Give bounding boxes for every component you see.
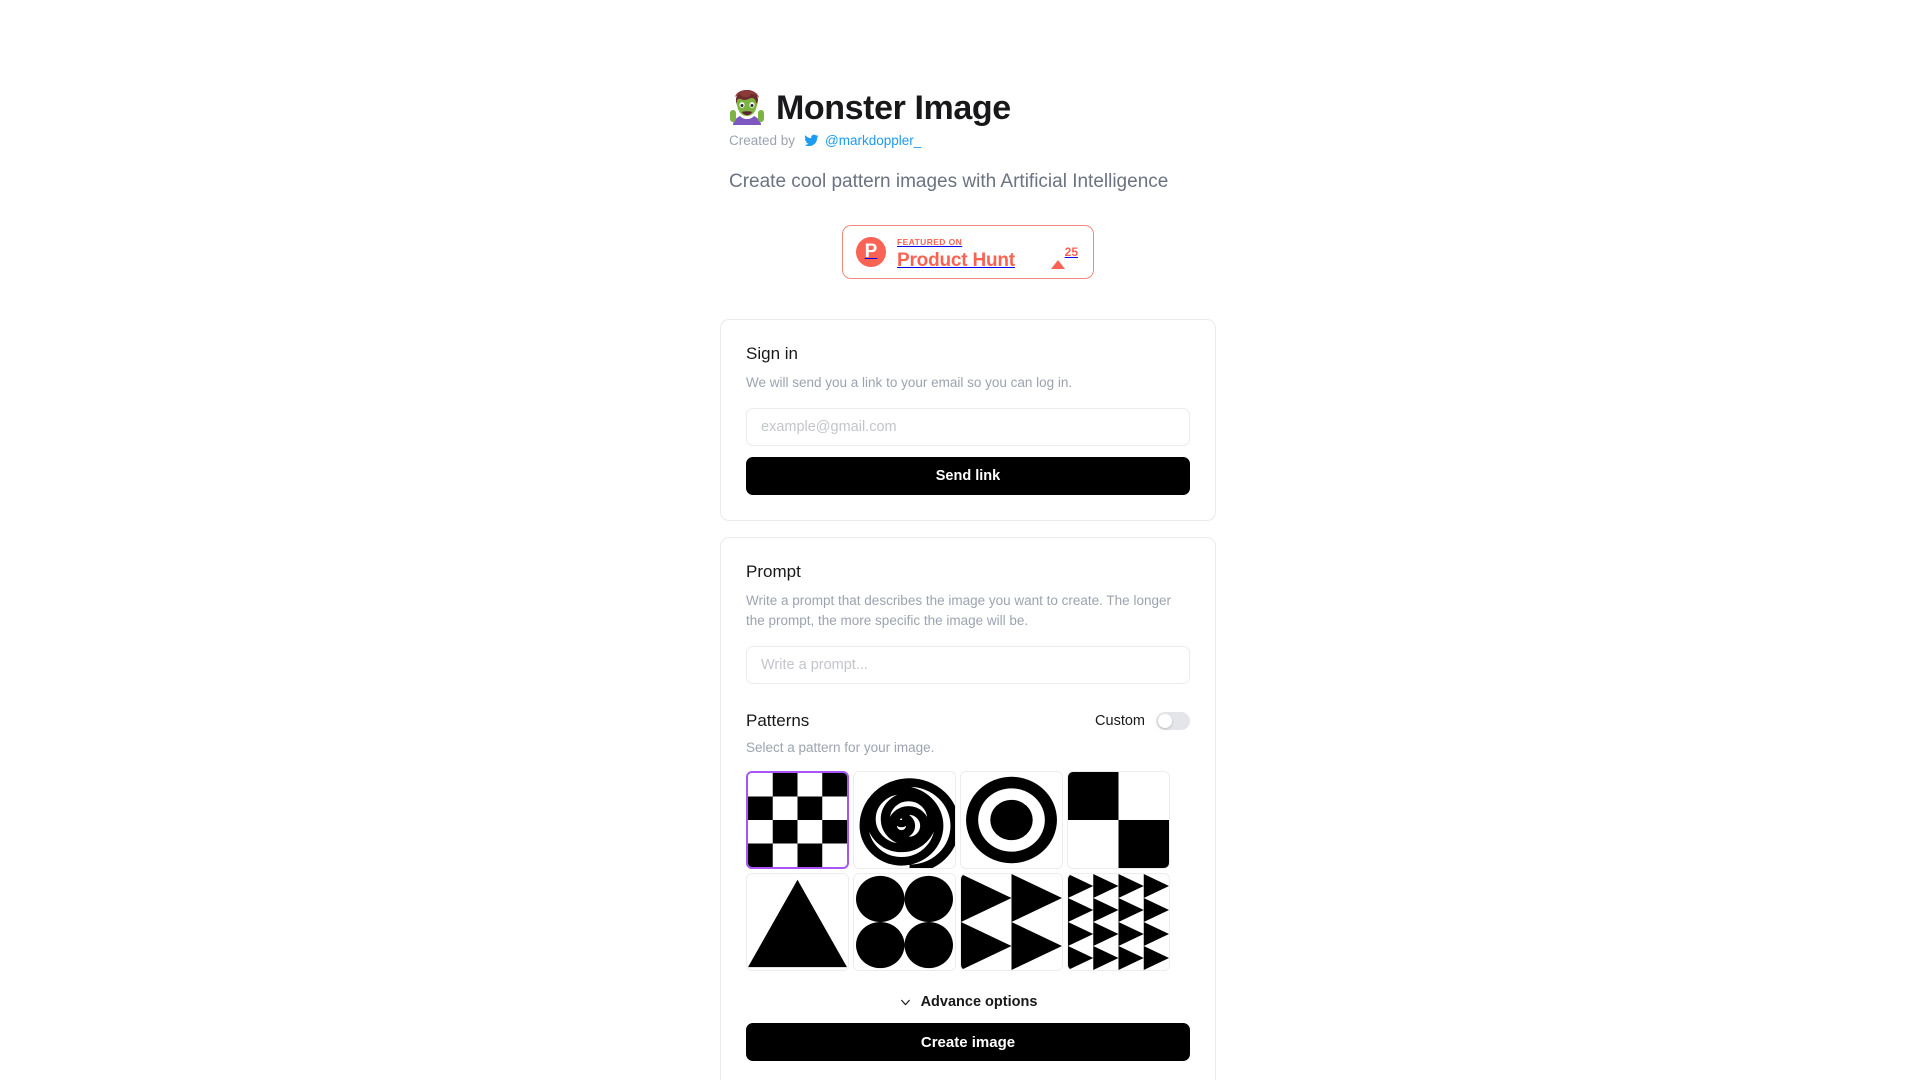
created-by-row: Created by @markdoppler_ bbox=[729, 133, 1216, 148]
twitter-handle-link[interactable]: @markdoppler_ bbox=[825, 133, 921, 148]
pattern-option-four-circles[interactable] bbox=[853, 873, 956, 971]
page-title: Monster Image bbox=[776, 88, 1011, 127]
prompt-title: Prompt bbox=[746, 562, 801, 581]
prompt-input[interactable] bbox=[746, 646, 1190, 684]
product-hunt-badge[interactable]: P FEATURED ON Product Hunt 25 bbox=[842, 225, 1094, 279]
twitter-icon bbox=[804, 133, 819, 148]
custom-toggle[interactable] bbox=[1156, 712, 1190, 730]
custom-toggle-wrapper: Custom bbox=[1095, 712, 1190, 730]
patterns-header: Patterns Custom bbox=[746, 711, 1190, 731]
signin-title: Sign in bbox=[746, 344, 798, 363]
toggle-knob bbox=[1158, 714, 1172, 728]
email-field[interactable] bbox=[746, 408, 1190, 446]
advance-options-label: Advance options bbox=[920, 994, 1038, 1010]
pattern-option-triangle[interactable] bbox=[746, 873, 849, 971]
prompt-description: Write a prompt that describes the image … bbox=[746, 593, 1171, 628]
app-page: Monster Image Created by @markdoppler_ C… bbox=[0, 0, 1920, 1080]
pattern-option-checkerboard[interactable] bbox=[746, 771, 849, 869]
product-hunt-logo-icon: P bbox=[856, 237, 886, 267]
chevron-down-icon bbox=[899, 996, 912, 1009]
pattern-option-triangle-grid[interactable] bbox=[1067, 873, 1170, 971]
app-subtitle: Create cool pattern images with Artifici… bbox=[729, 171, 1169, 192]
send-link-button[interactable]: Send link bbox=[746, 457, 1190, 495]
prompt-card: Prompt Write a prompt that describes the… bbox=[720, 537, 1216, 1080]
product-hunt-upvote: 25 bbox=[1050, 243, 1080, 269]
created-by-label: Created by bbox=[729, 133, 796, 148]
custom-label: Custom bbox=[1095, 713, 1145, 729]
advance-options-toggle[interactable]: Advance options bbox=[746, 994, 1190, 1010]
product-hunt-wrapper: P FEATURED ON Product Hunt 25 bbox=[720, 225, 1216, 279]
signin-card: Sign in We will send you a link to your … bbox=[720, 319, 1216, 521]
content-container: Monster Image Created by @markdoppler_ C… bbox=[720, 0, 1216, 1080]
patterns-description: Select a pattern for your image. bbox=[746, 740, 935, 755]
zombie-woman-emoji bbox=[729, 88, 765, 128]
pattern-option-concentric-rings[interactable] bbox=[960, 771, 1063, 869]
product-hunt-text: FEATURED ON Product Hunt bbox=[897, 232, 1051, 272]
signin-description: We will send you a link to your email so… bbox=[746, 375, 1073, 390]
app-header: Monster Image bbox=[729, 88, 1216, 128]
product-hunt-featured-label: FEATURED ON bbox=[897, 237, 963, 247]
pattern-grid bbox=[746, 771, 1190, 971]
patterns-title: Patterns bbox=[746, 711, 810, 730]
product-hunt-name: Product Hunt bbox=[897, 250, 1015, 271]
pattern-option-quad-checker[interactable] bbox=[1067, 771, 1170, 869]
pattern-option-spiral[interactable] bbox=[853, 771, 956, 869]
upvote-arrow-icon bbox=[1050, 243, 1065, 269]
create-image-button[interactable]: Create image bbox=[746, 1023, 1190, 1061]
pattern-option-four-triangles[interactable] bbox=[960, 873, 1063, 971]
upvote-count: 25 bbox=[1064, 245, 1078, 259]
